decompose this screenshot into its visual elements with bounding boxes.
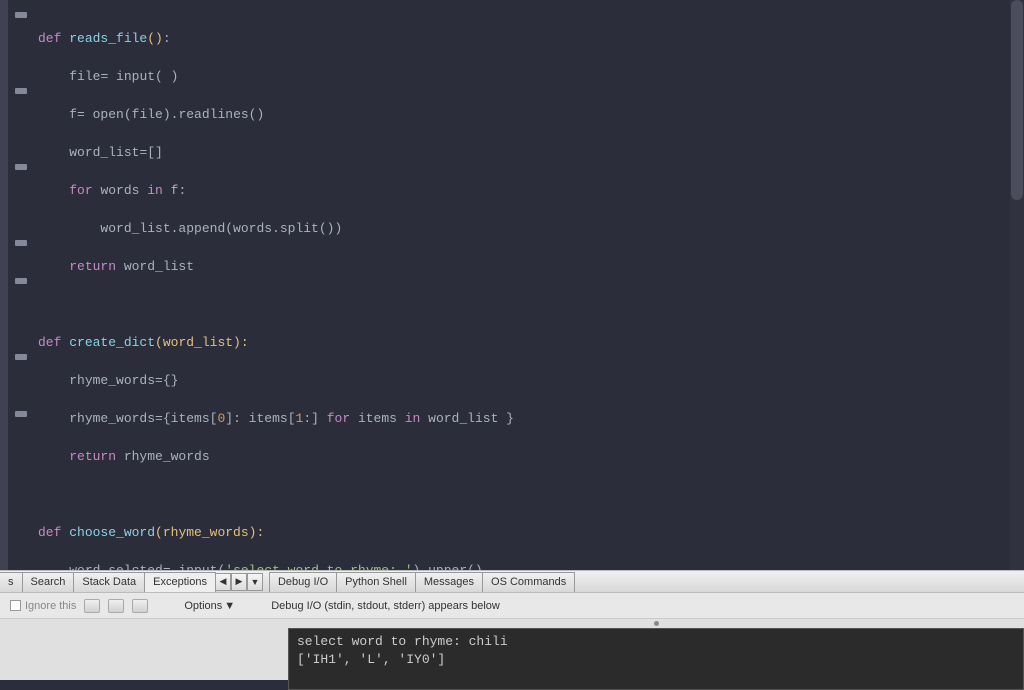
fold-icon[interactable] — [15, 411, 27, 417]
tab-exceptions[interactable]: Exceptions — [144, 572, 216, 592]
gutter — [0, 0, 32, 570]
tab-search[interactable]: Search — [22, 572, 75, 592]
editor-area: def reads_file(): file= input( ) f= open… — [0, 0, 1024, 570]
debug-panel: s Search Stack Data Exceptions ◀ ▶ ▼ Deb… — [0, 570, 1024, 680]
tab-debug-io[interactable]: Debug I/O — [269, 572, 337, 592]
fold-icon[interactable] — [15, 88, 27, 94]
checkbox-icon[interactable] — [10, 600, 21, 611]
options-dropdown[interactable]: Options ▼ — [184, 600, 235, 612]
panel-tabs: s Search Stack Data Exceptions ◀ ▶ ▼ Deb… — [0, 571, 1024, 593]
prev-icon[interactable]: ◀ — [215, 573, 231, 591]
fold-icon[interactable] — [15, 164, 27, 170]
ignore-label: Ignore this — [25, 600, 76, 612]
scrollbar[interactable] — [1010, 0, 1024, 570]
fold-icon[interactable] — [15, 354, 27, 360]
toolbar-button[interactable] — [108, 599, 124, 613]
ignore-this-checkbox[interactable]: Ignore this — [10, 600, 76, 612]
scroll-thumb[interactable] — [1011, 0, 1023, 200]
tab-messages[interactable]: Messages — [415, 572, 483, 592]
fold-icon[interactable] — [15, 12, 27, 18]
dot-icon — [654, 621, 659, 626]
panel-toolbar: Ignore this Options ▼ Debug I/O (stdin, … — [0, 593, 1024, 619]
tab-s-cut[interactable]: s — [0, 572, 23, 592]
tab-stack-data[interactable]: Stack Data — [73, 572, 145, 592]
tab-python-shell[interactable]: Python Shell — [336, 572, 416, 592]
code-editor[interactable]: def reads_file(): file= input( ) f= open… — [32, 0, 951, 570]
console-output[interactable]: select word to rhyme: chili ['IH1', 'L',… — [288, 628, 1024, 690]
toolbar-button[interactable] — [132, 599, 148, 613]
fold-icon[interactable] — [15, 240, 27, 246]
next-icon[interactable]: ▶ — [231, 573, 247, 591]
chevron-down-icon: ▼ — [224, 600, 235, 612]
dropdown-icon[interactable]: ▼ — [247, 573, 263, 591]
toolbar-button[interactable] — [84, 599, 100, 613]
io-hint-label: Debug I/O (stdin, stdout, stderr) appear… — [271, 600, 500, 612]
fold-icon[interactable] — [15, 278, 27, 284]
tab-os-commands[interactable]: OS Commands — [482, 572, 575, 592]
